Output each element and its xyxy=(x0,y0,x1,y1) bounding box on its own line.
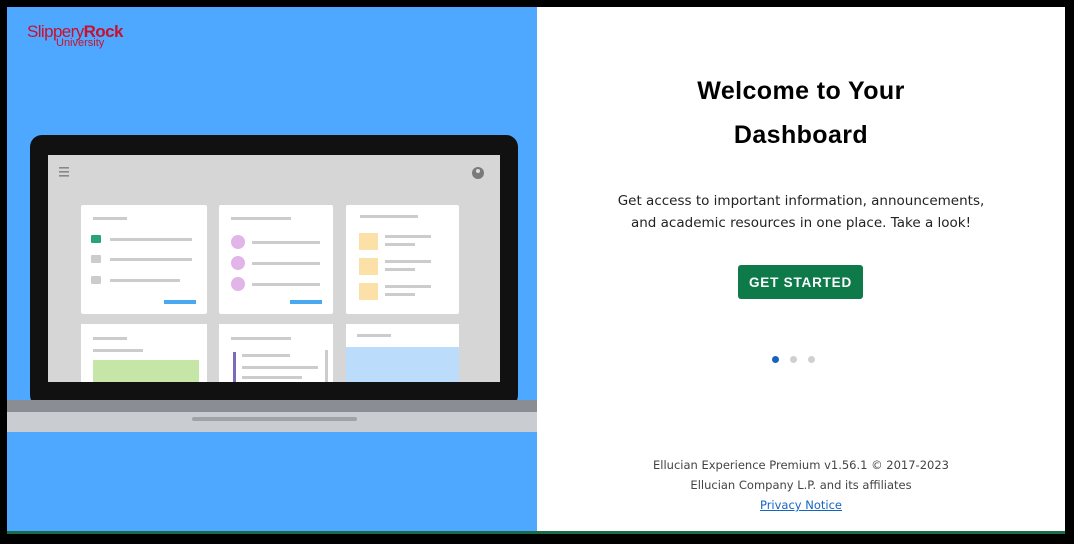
laptop-dashboard-illustration xyxy=(7,135,537,432)
footer-company: Ellucian Company L.P. and its affiliates xyxy=(690,478,912,492)
user-avatar-icon xyxy=(472,167,484,179)
hero-panel: SlipperyRock University xyxy=(7,7,537,531)
welcome-dialog: SlipperyRock University Welcome to Your … xyxy=(7,7,1065,531)
menu-icon xyxy=(59,167,69,177)
carousel-pager xyxy=(772,348,826,367)
pager-dot-3[interactable] xyxy=(808,356,815,363)
get-started-button[interactable]: GET STARTED xyxy=(738,265,863,299)
welcome-title: Welcome to Your Dashboard xyxy=(697,77,905,149)
welcome-panel: Welcome to Your Dashboard Get access to … xyxy=(537,7,1065,531)
footer: Ellucian Experience Premium v1.56.1 © 20… xyxy=(537,455,1065,515)
pager-dot-1[interactable] xyxy=(772,356,779,363)
bottom-border xyxy=(7,531,1065,534)
welcome-description: Get access to important information, ann… xyxy=(617,193,985,231)
pager-dot-2[interactable] xyxy=(790,356,797,363)
footer-version: Ellucian Experience Premium v1.56.1 © 20… xyxy=(653,458,949,472)
privacy-notice-link[interactable]: Privacy Notice xyxy=(760,498,842,512)
